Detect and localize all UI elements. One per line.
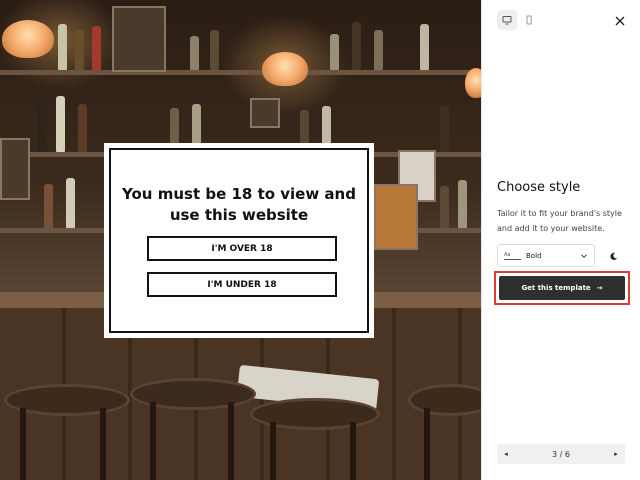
- template-pager: ◂ 3 / 6 ▸: [497, 444, 625, 464]
- popup-border: You must be 18 to view and use this webs…: [109, 148, 369, 333]
- pager-label: 3 / 6: [552, 449, 570, 459]
- chevron-right-icon: ▸: [614, 450, 618, 458]
- monitor-icon: [502, 16, 512, 25]
- under-18-button[interactable]: I'M UNDER 18: [147, 272, 337, 297]
- over-18-button[interactable]: I'M OVER 18: [147, 236, 337, 261]
- chevron-left-icon: ◂: [504, 450, 508, 458]
- chevron-down-icon: [581, 253, 587, 258]
- theme-toggle-button[interactable]: [603, 246, 623, 266]
- style-panel: Choose style Tailor it to fit your brand…: [481, 0, 640, 480]
- age-verification-popup: You must be 18 to view and use this webs…: [104, 143, 374, 338]
- template-preview: You must be 18 to view and use this webs…: [0, 0, 481, 480]
- cta-label: Get this template: [521, 284, 591, 292]
- get-template-button[interactable]: Get this template →: [499, 276, 625, 300]
- panel-title: Choose style: [497, 180, 581, 195]
- font-style-value: Bold: [526, 251, 542, 260]
- arrow-right-icon: →: [596, 284, 603, 292]
- device-toggle: [497, 10, 539, 30]
- next-template-button[interactable]: ▸: [607, 444, 625, 464]
- popup-title: You must be 18 to view and use this webs…: [122, 185, 356, 224]
- cta-highlight: Get this template →: [494, 271, 630, 305]
- mobile-view-button[interactable]: [519, 10, 539, 30]
- close-button[interactable]: [612, 13, 628, 29]
- phone-icon: [526, 15, 532, 25]
- prev-template-button[interactable]: ◂: [497, 444, 515, 464]
- moon-icon: [609, 252, 617, 260]
- close-icon: [615, 16, 625, 26]
- panel-description: Tailor it to fit your brand's style and …: [497, 209, 622, 233]
- font-style-select[interactable]: Aa Bold: [497, 244, 595, 267]
- desktop-view-button[interactable]: [497, 10, 517, 30]
- font-preview-icon: Aa: [504, 252, 521, 260]
